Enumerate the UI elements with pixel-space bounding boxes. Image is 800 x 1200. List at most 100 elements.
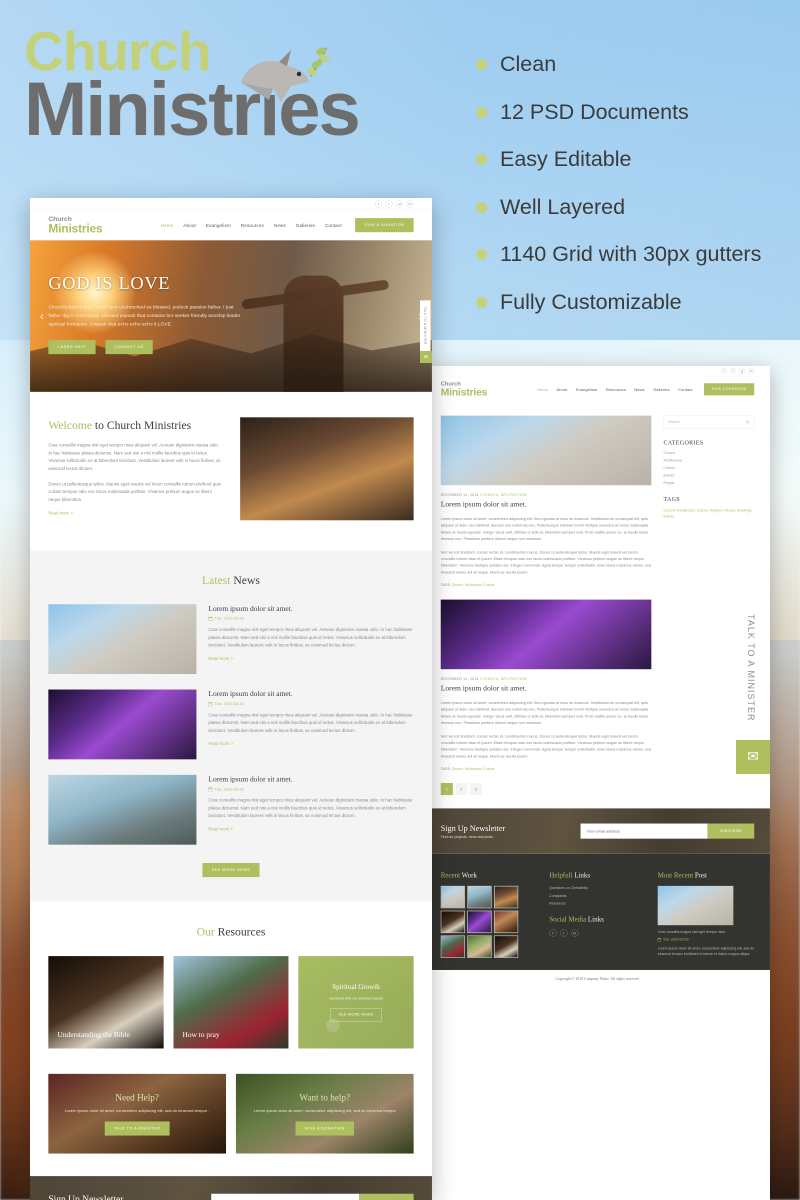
want-to-help-heading: Want to help? [299, 1092, 351, 1103]
resource-card-caption: Understanding the Bible [57, 1030, 130, 1039]
search-input[interactable]: Search... [663, 415, 755, 429]
nav-item-home[interactable]: Home [537, 387, 548, 392]
chat-icon[interactable]: ✉ [419, 350, 432, 363]
see-more-news-button[interactable]: SEE MORE NEWS [202, 863, 260, 878]
news-thumbnail[interactable] [48, 689, 197, 760]
bullet-dot-icon [476, 296, 487, 308]
resource-card-bible[interactable]: Understanding the Bible [48, 956, 164, 1049]
donate-button[interactable]: GIVE A DONATION [704, 383, 755, 396]
post-tags-links[interactable]: Church, Arcitecture, Culture [452, 767, 495, 771]
twitter-icon[interactable]: t [385, 200, 393, 208]
contact-us-button[interactable]: CONTACT US [105, 340, 153, 355]
work-thumb[interactable] [493, 885, 519, 909]
chat-icon[interactable]: ✉ [736, 739, 770, 774]
category-item-church[interactable]: Church [663, 451, 754, 455]
twitter-icon[interactable]: t [730, 367, 737, 375]
work-thumb[interactable] [493, 910, 519, 934]
talk-to-minister-tab[interactable]: TALK TO A MINISTER ✉ [419, 300, 432, 363]
bullet-dot-icon [476, 154, 487, 165]
page-3-button[interactable]: 3 [469, 782, 482, 796]
google-icon[interactable]: g [395, 200, 404, 208]
resource-card-pray[interactable]: How to pray [173, 956, 289, 1049]
nav-item-resources[interactable]: Resources [241, 223, 264, 228]
newsletter-email-input[interactable] [580, 823, 708, 839]
page-2-button[interactable]: 2 [455, 782, 468, 796]
post-title[interactable]: Lorem ipsum dolor sit amet. [441, 684, 652, 692]
facebook-icon[interactable]: f [549, 929, 557, 937]
post-categories-link[interactable]: CHURCH, ARCITECTURE [482, 493, 528, 497]
work-thumb[interactable] [467, 885, 492, 909]
post-title[interactable]: Lorem ipsum dolor sit amet. [441, 500, 652, 508]
work-thumb[interactable] [440, 885, 465, 909]
work-thumb[interactable] [440, 910, 465, 934]
category-item-people[interactable]: People [663, 481, 754, 485]
news-item-title[interactable]: Lorem ipsum dolor sit amet. [208, 690, 413, 699]
talk-to-minister-label: TALK TO A MINISTER [419, 300, 431, 351]
footer-link-questions[interactable]: Questions on Christianity [549, 886, 645, 890]
work-thumb[interactable] [467, 935, 492, 958]
google-icon[interactable]: g [739, 367, 746, 375]
facebook-icon[interactable]: f [720, 367, 727, 375]
footer-work-thumbnails [440, 885, 526, 958]
resource-card-spiritual-growth[interactable]: Spiritual Growth General info on various… [298, 956, 414, 1049]
work-thumb[interactable] [467, 910, 492, 934]
facebook-icon[interactable]: f [374, 200, 382, 208]
welcome-read-more-link[interactable]: Read more > [48, 510, 73, 515]
footer-link-complaints[interactable]: Complaints [549, 894, 645, 898]
news-read-more-link[interactable]: Read more > [208, 741, 233, 746]
nav-item-about[interactable]: About [183, 223, 196, 228]
nav-item-contact[interactable]: Contact [325, 223, 342, 228]
talk-to-minister-tab[interactable]: TALK TO A MINISTER ✉ [736, 596, 770, 774]
category-item-architecture[interactable]: Architecture [663, 459, 754, 463]
footer-post-image[interactable] [657, 885, 734, 926]
linkedin-icon[interactable]: in [406, 200, 414, 208]
twitter-icon[interactable]: t [560, 929, 568, 937]
donate-button[interactable]: GIVE A DONATION [355, 218, 414, 233]
post-categories-link[interactable]: CHURCH, ARCITECTURE [482, 677, 528, 681]
post-image [440, 599, 652, 670]
nav-item-galleries[interactable]: Galleries [653, 387, 670, 392]
post-date: DECEMBER 14, 2018 [440, 677, 479, 681]
i-need-help-button[interactable]: I NEED HELP [48, 340, 96, 355]
category-item-culture[interactable]: Culture [663, 466, 754, 470]
news-item-title[interactable]: Lorem ipsum dolor sit amet. [208, 604, 413, 613]
footer-post-title[interactable]: Cras convallis magna nisl eget tempor ri… [658, 929, 754, 934]
calendar-icon [208, 787, 213, 792]
newsletter-email-input[interactable] [211, 1193, 360, 1200]
talk-to-minister-button[interactable]: TALK TO A MINISTER [104, 1121, 170, 1136]
nav-item-evangelism[interactable]: Evangelism [206, 223, 231, 228]
blog-main-column: DECEMBER 14, 2018 / CHURCH, ARCITECTURE … [440, 415, 652, 771]
news-read-more-link[interactable]: Read more > [208, 827, 233, 832]
nav-item-galleries[interactable]: Galleries [296, 223, 315, 228]
category-item-events[interactable]: Events [663, 474, 754, 478]
subscribe-button[interactable]: SUBSCRIBE [707, 823, 755, 839]
resource-card-button[interactable]: SEE MORE NEWS [330, 1008, 382, 1022]
post-tags-links[interactable]: Church, Arcitecture, Culture [452, 583, 495, 587]
site-brand[interactable]: Church Ministries [441, 381, 488, 397]
subscribe-button[interactable]: SUBSCRIBE [359, 1193, 414, 1200]
news-thumbnail[interactable] [48, 774, 197, 845]
search-icon[interactable] [746, 420, 750, 424]
nav-item-resources[interactable]: Resources [606, 387, 626, 392]
linkedin-icon[interactable]: in [748, 367, 755, 375]
nav-item-news[interactable]: News [274, 223, 286, 228]
news-item-title[interactable]: Lorem ipsum dolor sit amet. [208, 775, 413, 784]
work-thumb[interactable] [493, 935, 519, 958]
nav-item-contact[interactable]: Contact [678, 387, 692, 392]
nav-item-evangelism[interactable]: Evangelism [576, 387, 598, 392]
site-navbar: Church Ministries Home About Evangelism … [30, 209, 432, 241]
news-read-more-link[interactable]: Read more > [208, 656, 233, 661]
work-thumb[interactable] [440, 935, 465, 958]
linkedin-icon[interactable]: in [571, 929, 579, 937]
tags-list[interactable]: Church, Architecture, Culture, Religion,… [663, 508, 754, 520]
feature-item: Fully Customizable [476, 290, 761, 315]
give-donation-button[interactable]: GIVE A DONATION [295, 1121, 354, 1136]
slider-prev-icon[interactable]: ‹ [40, 309, 44, 323]
nav-item-home[interactable]: Home [161, 223, 174, 228]
page-1-button[interactable]: 1 [440, 782, 453, 796]
nav-item-news[interactable]: News [634, 387, 644, 392]
nav-item-about[interactable]: About [557, 387, 568, 392]
footer-link-resources[interactable]: Resources [549, 902, 645, 906]
site-brand[interactable]: Church Ministries [48, 216, 102, 235]
news-thumbnail[interactable] [48, 604, 197, 675]
